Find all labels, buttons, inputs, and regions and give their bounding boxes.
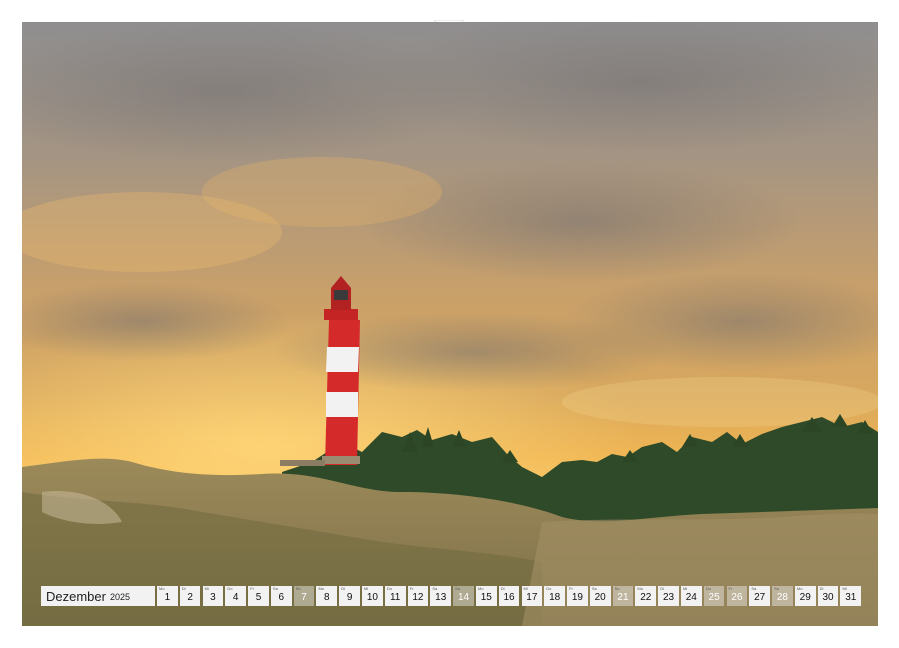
day-number: 6	[278, 592, 285, 603]
day-cell: So 7	[293, 586, 315, 606]
day-cell: Fr 26	[726, 586, 748, 606]
day-cell: Sa 27	[749, 586, 770, 606]
day-number: 14	[457, 592, 470, 603]
day-cell: Sa 13	[430, 586, 452, 606]
day-number: 19	[571, 592, 583, 603]
day-cell: Mo 1	[157, 586, 178, 606]
day-cell: Mo 22	[635, 586, 657, 606]
day-cell: Di 2	[179, 586, 201, 606]
day-number: 12	[412, 592, 424, 603]
day-cell: Do 4	[225, 586, 247, 606]
calendar-photo	[22, 22, 878, 626]
day-cell: Do 25	[703, 586, 725, 606]
day-cell: Mi 24	[680, 586, 702, 606]
day-cell: Mo 29	[794, 586, 816, 606]
day-number: 10	[366, 592, 378, 603]
day-cell: Mi 3	[202, 586, 224, 606]
day-number: 28	[776, 592, 788, 603]
day-number: 7	[301, 592, 307, 603]
day-number: 20	[594, 592, 606, 603]
day-cell: Mi 10	[362, 586, 383, 606]
day-cell: Mo 8	[316, 586, 338, 606]
day-number: 5	[255, 592, 262, 603]
day-number: 2	[187, 592, 193, 603]
day-number: 21	[617, 592, 629, 603]
day-number: 9	[346, 592, 353, 603]
day-cell: Do 18	[544, 586, 565, 606]
day-number: 31	[845, 592, 857, 603]
day-cell: Fr 12	[407, 586, 429, 606]
day-cell: Mi 17	[521, 586, 543, 606]
day-cell: Mi 31	[840, 586, 862, 606]
month-name: Dezember	[46, 588, 106, 604]
calendar-strip: Dezember 2025 Mo 1 Di 2 Mi 3 Do 4 Fr 5 Sa 6 So 7 Mo 8 Di…	[41, 586, 862, 606]
day-number: 1	[164, 592, 171, 603]
day-cell: Di 16	[498, 586, 520, 606]
day-number: 13	[435, 592, 447, 603]
day-number: 22	[640, 592, 652, 603]
day-number: 8	[324, 592, 330, 603]
day-cell: Di 9	[339, 586, 360, 606]
day-number: 3	[210, 592, 216, 603]
day-number: 24	[685, 592, 697, 603]
day-number: 11	[389, 592, 401, 603]
day-cell: Di 30	[817, 586, 839, 606]
day-number: 4	[232, 592, 239, 603]
day-cells: Mo 1 Di 2 Mi 3 Do 4 Fr 5 Sa 6 So 7 Mo 8 Di 9 Mi 10 Do 11 Fr 12 S…	[157, 586, 862, 606]
month-label: Dezember 2025	[41, 586, 155, 606]
day-cell: Sa 6	[270, 586, 292, 606]
day-number: 25	[708, 592, 720, 603]
day-cell: So 28	[772, 586, 793, 606]
day-number: 18	[549, 592, 561, 603]
month-year: 2025	[109, 592, 130, 602]
day-cell: So 14	[453, 586, 474, 606]
day-number: 17	[526, 592, 538, 603]
day-number: 26	[731, 592, 743, 603]
day-cell: Mo 15	[475, 586, 497, 606]
day-cell: Fr 5	[248, 586, 269, 606]
day-cell: Sa 20	[589, 586, 611, 606]
day-cell: Do 11	[384, 586, 406, 606]
day-number: 15	[480, 592, 492, 603]
day-number: 27	[754, 592, 766, 603]
day-number: 30	[822, 592, 834, 603]
day-cell: Fr 19	[567, 586, 588, 606]
day-cell: So 21	[612, 586, 634, 606]
day-number: 23	[662, 592, 675, 603]
day-number: 29	[799, 592, 811, 603]
day-number: 16	[503, 592, 515, 603]
day-cell: Di 23	[658, 586, 679, 606]
